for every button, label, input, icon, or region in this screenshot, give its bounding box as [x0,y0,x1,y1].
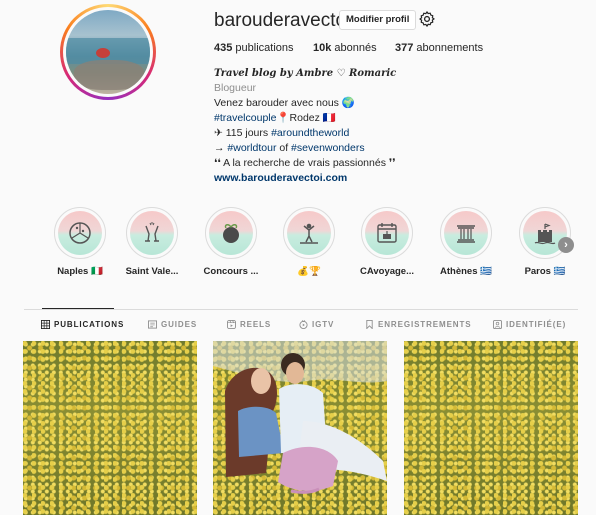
tab-reels[interactable]: REELS [227,320,271,329]
post-thumbnail[interactable] [23,341,197,515]
highlight-saint-valentin[interactable]: Saint Vale... [117,207,187,277]
tabs-divider [24,309,578,310]
guide-icon [148,320,157,329]
post-image [23,341,197,515]
profile-full-name: Travel blog by Ambre ♡ Romaric [214,68,397,79]
chevron-right-icon[interactable]: › [558,237,574,253]
bio-line: ❛❛ A la recherche de vrais passionnés ❜❜ [214,157,396,169]
castle-icon [534,223,556,245]
profile-tabs: PUBLICATIONS GUIDES REELS IGTV ENREGISTR… [0,320,596,334]
hashtag-link[interactable]: #aroundtheworld [271,127,349,139]
settings-gear-icon[interactable] [418,10,436,28]
highlight-naples[interactable]: Naples 🇮🇹 [45,207,115,277]
active-tab-indicator [42,308,114,309]
post-thumbnail[interactable] [404,341,578,515]
post-image [404,341,578,515]
followers-stat[interactable]: 10k abonnés [313,42,377,54]
highlight-athenes[interactable]: Athènes 🇬🇷 [431,207,501,277]
bio-line: Venez barouder avec nous 🌍 [214,97,355,109]
gift-icon [223,224,239,243]
bookmark-icon [366,320,373,329]
tab-guides[interactable]: GUIDES [148,320,197,329]
post-thumbnail[interactable] [213,341,387,515]
publications-stat: 435 publications [214,42,294,54]
column-icon [457,225,475,243]
tagged-icon [493,320,502,329]
profile-bio: Travel blog by Ambre ♡ Romaric Blogueur … [214,66,514,186]
couple-photo [213,341,387,494]
bio-line: → #worldtour of #sevenwonders [214,142,365,154]
calendar-cake-icon [377,223,397,243]
pizza-icon [69,222,91,244]
trophy-person-icon [300,223,318,244]
profile-avatar[interactable] [60,4,156,100]
website-link[interactable]: www.barouderavectoi.com [214,171,514,186]
edit-profile-button[interactable]: Modifier profil [339,10,417,30]
hashtag-link[interactable]: #worldtour [227,142,276,154]
avatar-photo [66,10,150,94]
following-stat[interactable]: 377 abonnements [395,42,483,54]
profile-category: Blogueur [214,82,257,94]
tab-enregistrements[interactable]: ENREGISTREMENTS [365,320,472,329]
highlight-prizes[interactable]: 💰🏆 [274,207,344,277]
profile-username: barouderavectoi [214,10,351,31]
champagne-icon [145,222,159,242]
hashtag-link[interactable]: #travelcouple [214,112,276,124]
igtv-icon [299,320,308,329]
highlight-cavoyage[interactable]: CAvoyage... [352,207,422,277]
bio-line: #travelcouple📍Rodez 🇫🇷 [214,112,336,124]
grid-icon [41,320,50,329]
highlight-concours[interactable]: Concours ... [196,207,266,277]
tab-publications[interactable]: PUBLICATIONS [41,320,124,329]
hashtag-link[interactable]: #sevenwonders [291,142,365,154]
story-highlights: Naples 🇮🇹 Saint Vale... Concours ... 💰🏆 … [0,207,596,279]
reels-icon [227,320,236,329]
tab-igtv[interactable]: IGTV [299,320,334,329]
bio-line: ✈ 115 jours #aroundtheworld [214,127,350,139]
tab-identifie[interactable]: IDENTIFIÉ(E) [493,320,566,329]
